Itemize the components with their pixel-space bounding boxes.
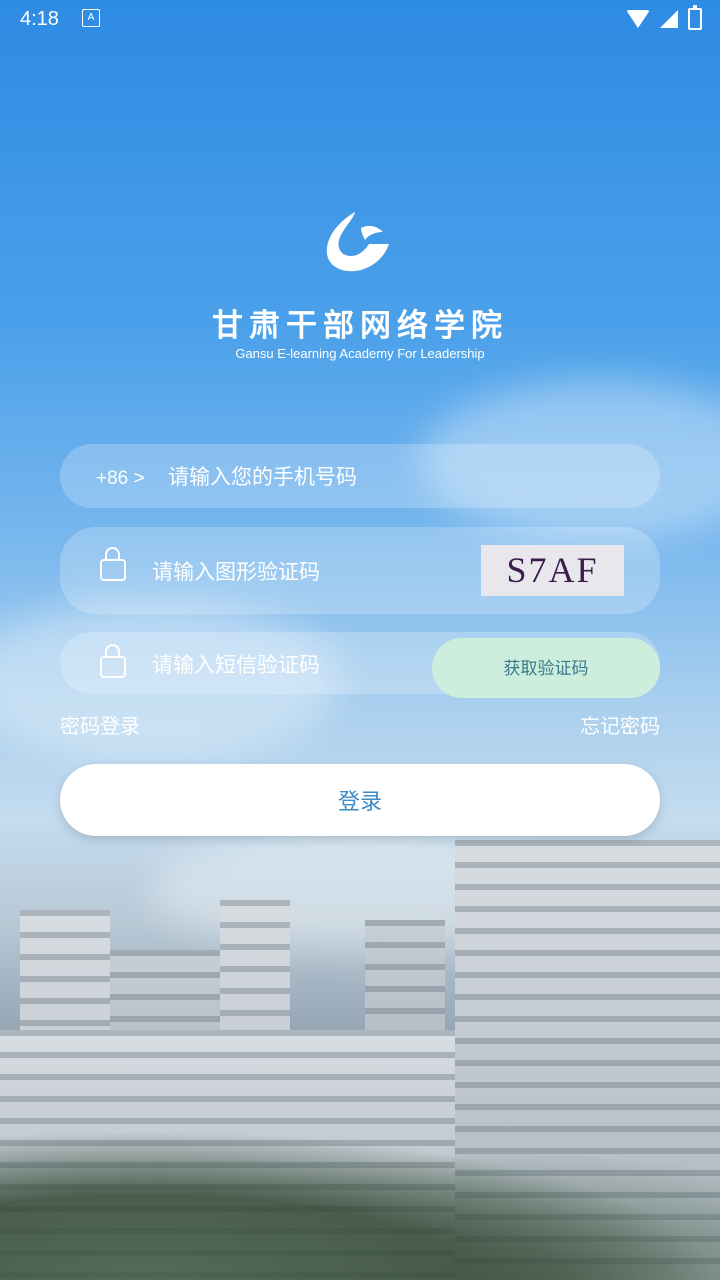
password-login-link[interactable]: 密码登录 [60, 710, 140, 739]
app-notification-icon: A [82, 9, 100, 27]
captcha-image[interactable]: S7AF [481, 545, 624, 596]
country-code-selector[interactable]: +86 > [96, 468, 145, 490]
captcha-input[interactable] [150, 555, 454, 589]
status-time: 4:18 [20, 8, 59, 30]
phone-input[interactable] [166, 461, 630, 493]
academy-logo-icon [326, 212, 389, 272]
lock-icon [100, 547, 126, 581]
sms-code-field: 获取验证码 [60, 632, 660, 698]
phone-field: +86 > [60, 444, 660, 508]
get-code-button[interactable]: 获取验证码 [432, 638, 660, 698]
wifi-icon [626, 10, 650, 28]
battery-icon [688, 5, 702, 30]
academy-name-cn: 甘肃干部网络学院 [212, 308, 508, 344]
lock-icon [100, 644, 126, 678]
status-bar: 4:18 A [0, 0, 720, 36]
cell-signal-icon [660, 10, 678, 28]
forgot-password-link[interactable]: 忘记密码 [580, 710, 660, 739]
captcha-field: S7AF [60, 527, 660, 614]
sms-code-input[interactable] [150, 648, 424, 682]
academy-name-en: Gansu E-learning Academy For Leadership [235, 346, 485, 361]
login-button[interactable]: 登录 [60, 764, 660, 836]
system-icons [626, 5, 702, 30]
